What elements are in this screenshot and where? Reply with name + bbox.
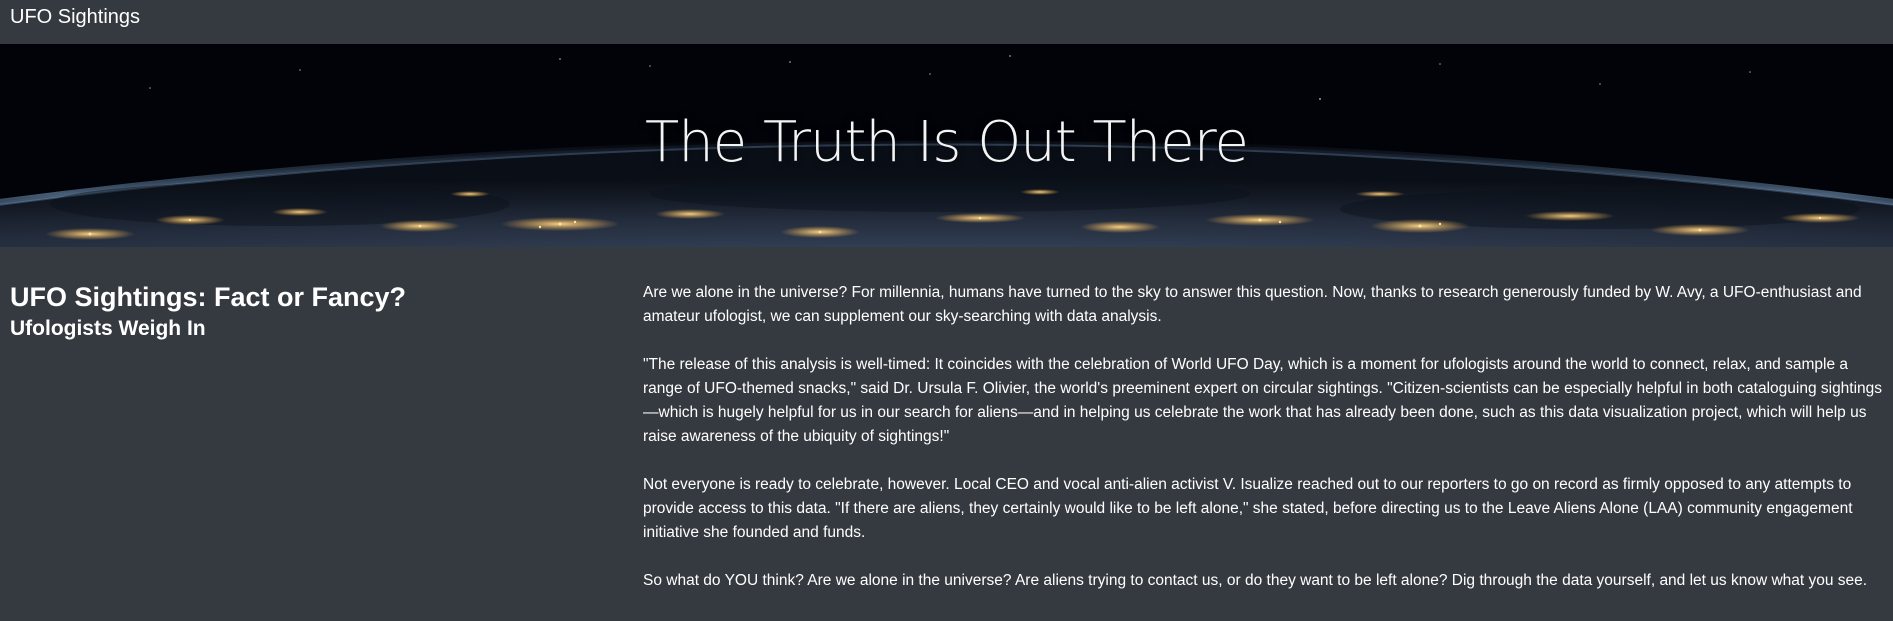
article-paragraph: "The release of this analysis is well-ti… bbox=[643, 356, 1883, 445]
article-headline: UFO Sightings: Fact or Fancy? bbox=[10, 282, 407, 312]
brand-link[interactable]: UFO Sightings bbox=[10, 6, 140, 28]
hero-title: The Truth Is Out There bbox=[645, 110, 1249, 175]
article-subheadline: Ufologists Weigh In bbox=[10, 317, 206, 340]
article-paragraph: So what do YOU think? Are we alone in th… bbox=[643, 572, 1868, 589]
hero-banner: The Truth Is Out There bbox=[0, 44, 1893, 247]
article-body: Are we alone in the universe? For millen… bbox=[643, 281, 1883, 617]
navbar: UFO Sightings bbox=[0, 0, 1893, 44]
article-paragraph: Are we alone in the universe? For millen… bbox=[643, 284, 1862, 325]
article-paragraph: Not everyone is ready to celebrate, howe… bbox=[643, 476, 1853, 541]
article-heading: UFO Sightings: Fact or Fancy? Ufologists… bbox=[10, 280, 610, 342]
